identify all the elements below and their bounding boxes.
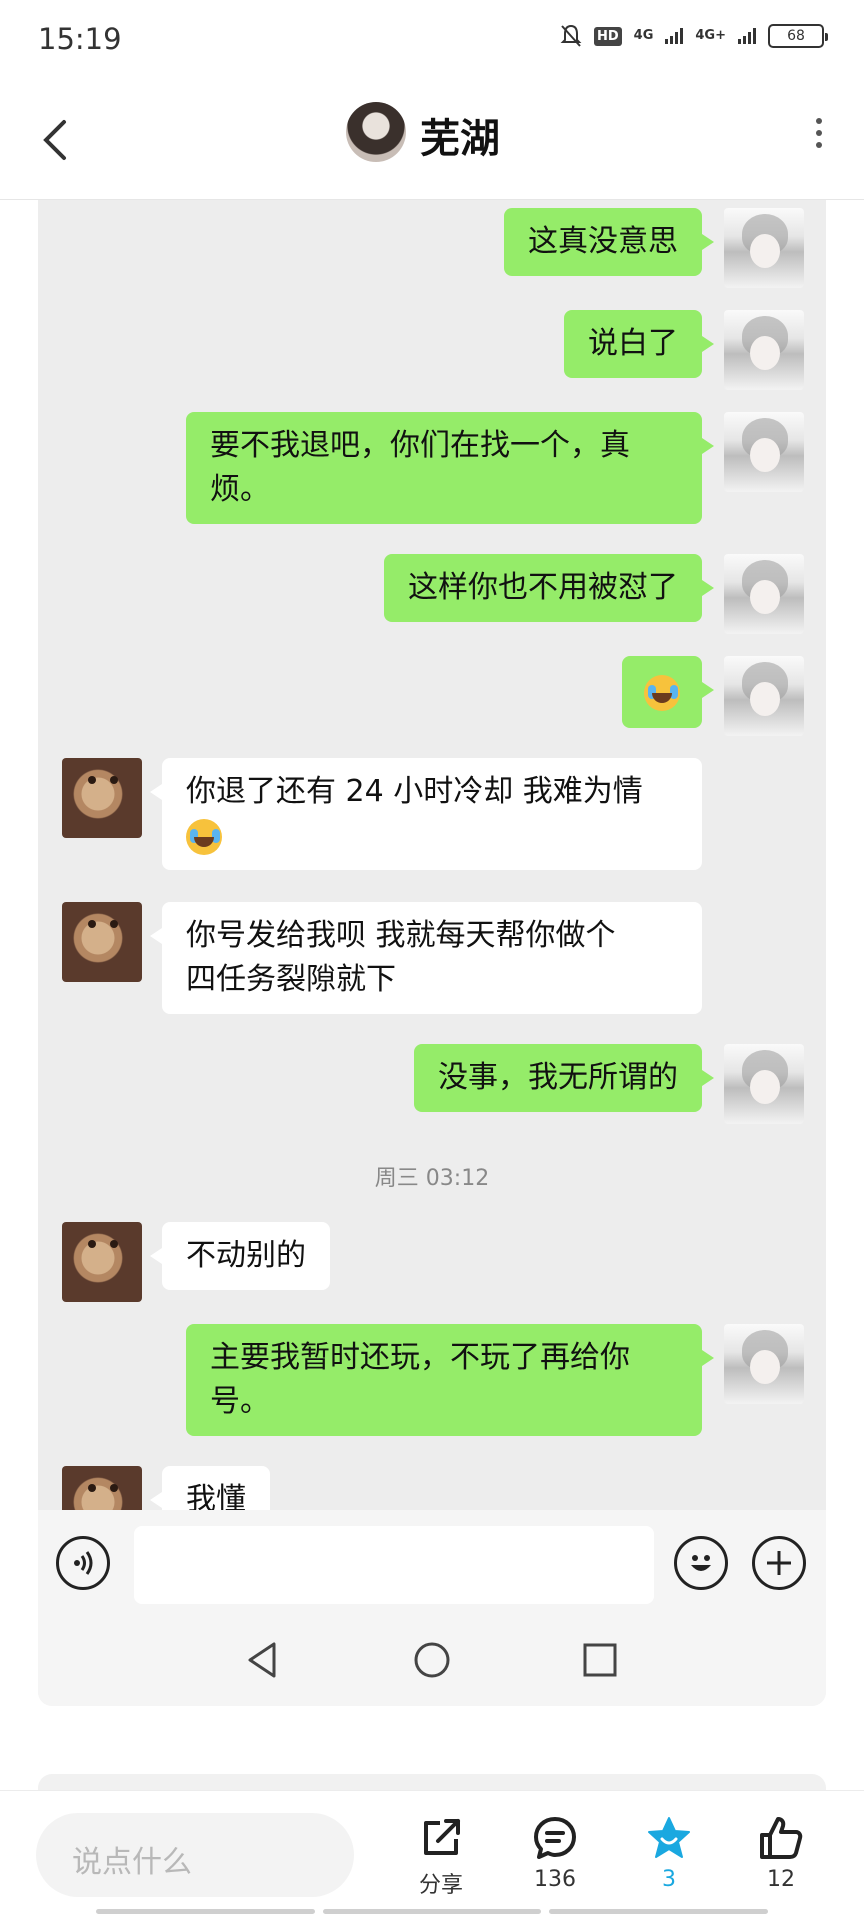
likes-count: 12 [767, 1867, 795, 1892]
comments-count: 136 [534, 1867, 576, 1892]
nav-recents-icon[interactable] [580, 1640, 620, 1680]
their-message-bubble: 不动别的 [150, 1222, 330, 1290]
contact-avatar[interactable] [62, 902, 142, 982]
signal-label-2: 4G+ [695, 28, 726, 43]
crying-laughing-emoji-icon [186, 818, 222, 855]
message-line: 烦。 [210, 472, 270, 507]
chat-timestamp: 周三 03:12 [374, 1166, 490, 1191]
share-icon [424, 1819, 460, 1855]
contact-avatar[interactable] [62, 1466, 142, 1510]
their-message-bubble: 你号发给我呗 我就每天帮你做个 四任务裂隙就下 [150, 902, 702, 1014]
hd-icon: HD [594, 26, 622, 46]
chat-area: 这真没意思 说白了 要不我退吧，你们在找一个，真 烦。 这样你也不用被怼了 你退… [38, 200, 826, 1510]
their-message-bubble: 我懂 [150, 1466, 270, 1510]
signal-bars-icon [665, 28, 684, 44]
signal-label-1: 4G [633, 28, 654, 43]
favorite-button[interactable]: 3 [624, 1815, 714, 1892]
my-message-bubble: 要不我退吧，你们在找一个，真 烦。 [186, 412, 714, 524]
nav-back-icon[interactable] [244, 1640, 284, 1680]
star-icon [648, 1817, 690, 1858]
share-label: 分享 [418, 1873, 463, 1898]
message-line: 号。 [210, 1384, 270, 1419]
message-line: 要不我退吧，你们在找一个，真 [210, 428, 630, 463]
my-message-bubble: 主要我暂时还玩，不玩了再给你 号。 [186, 1324, 714, 1436]
battery-level: 68 [787, 28, 805, 44]
system-nav-bar [38, 1618, 826, 1706]
my-message-bubble: 这真没意思 [504, 208, 714, 276]
next-card-edge [38, 1774, 826, 1790]
voice-input-icon[interactable] [56, 1536, 110, 1590]
comment-icon [534, 1817, 576, 1859]
my-avatar[interactable] [724, 554, 804, 634]
my-message-bubble: 没事，我无所谓的 [414, 1044, 714, 1112]
message-line: 四任务裂隙就下 [186, 962, 396, 997]
top-header: 芜湖 [0, 80, 864, 200]
message-line: 你退了还有 24 小时冷却 我难为情 [186, 774, 643, 809]
signal-bars-icon-2 [738, 28, 756, 44]
message-line: 主要我暂时还玩，不玩了再给你 [210, 1340, 630, 1375]
crying-laughing-emoji-icon [644, 674, 680, 711]
page-title: 芜湖 [420, 116, 500, 162]
battery-icon: 68 [768, 24, 828, 48]
nav-home-icon[interactable] [412, 1640, 452, 1680]
my-avatar[interactable] [724, 412, 804, 492]
contact-avatar[interactable] [62, 1222, 142, 1302]
bottom-action-bar: 说点什么 分享 136 3 12 [0, 1790, 864, 1920]
my-message-bubble [622, 656, 714, 728]
more-menu-icon[interactable] [814, 118, 824, 148]
message-input[interactable] [134, 1526, 654, 1604]
notifications-off-icon [560, 24, 582, 47]
message-line: 你号发给我呗 我就每天帮你做个 [186, 918, 616, 953]
my-avatar[interactable] [724, 656, 804, 736]
my-message-bubble: 这样你也不用被怼了 [384, 554, 714, 622]
comments-button[interactable]: 136 [510, 1815, 600, 1892]
back-arrow-icon[interactable] [36, 110, 76, 170]
status-icons: HD 4G 4G+ 68 [560, 24, 828, 48]
my-avatar[interactable] [724, 310, 804, 390]
their-message-bubble: 你退了还有 24 小时冷却 我难为情 [150, 758, 702, 870]
favorites-count: 3 [662, 1867, 676, 1892]
my-avatar[interactable] [724, 1324, 804, 1404]
contact-avatar[interactable] [62, 758, 142, 838]
author-avatar[interactable] [346, 102, 406, 162]
thumbs-up-icon [760, 1817, 803, 1859]
emoji-icon[interactable] [674, 1536, 728, 1590]
status-bar: 15:19 HD 4G 4G+ 68 [0, 0, 864, 80]
like-button[interactable]: 12 [736, 1815, 826, 1892]
chat-screenshot: 这真没意思 说白了 要不我退吧，你们在找一个，真 烦。 这样你也不用被怼了 你退… [38, 200, 826, 1706]
add-icon[interactable] [752, 1536, 806, 1590]
my-message-bubble: 说白了 [564, 310, 714, 378]
share-button[interactable]: 分享 [396, 1815, 486, 1899]
comment-input[interactable]: 说点什么 [36, 1813, 354, 1897]
page-indicator [96, 1909, 769, 1914]
my-avatar[interactable] [724, 208, 804, 288]
status-time: 15:19 [38, 22, 122, 56]
chat-input-bar [38, 1510, 826, 1618]
my-avatar[interactable] [724, 1044, 804, 1124]
